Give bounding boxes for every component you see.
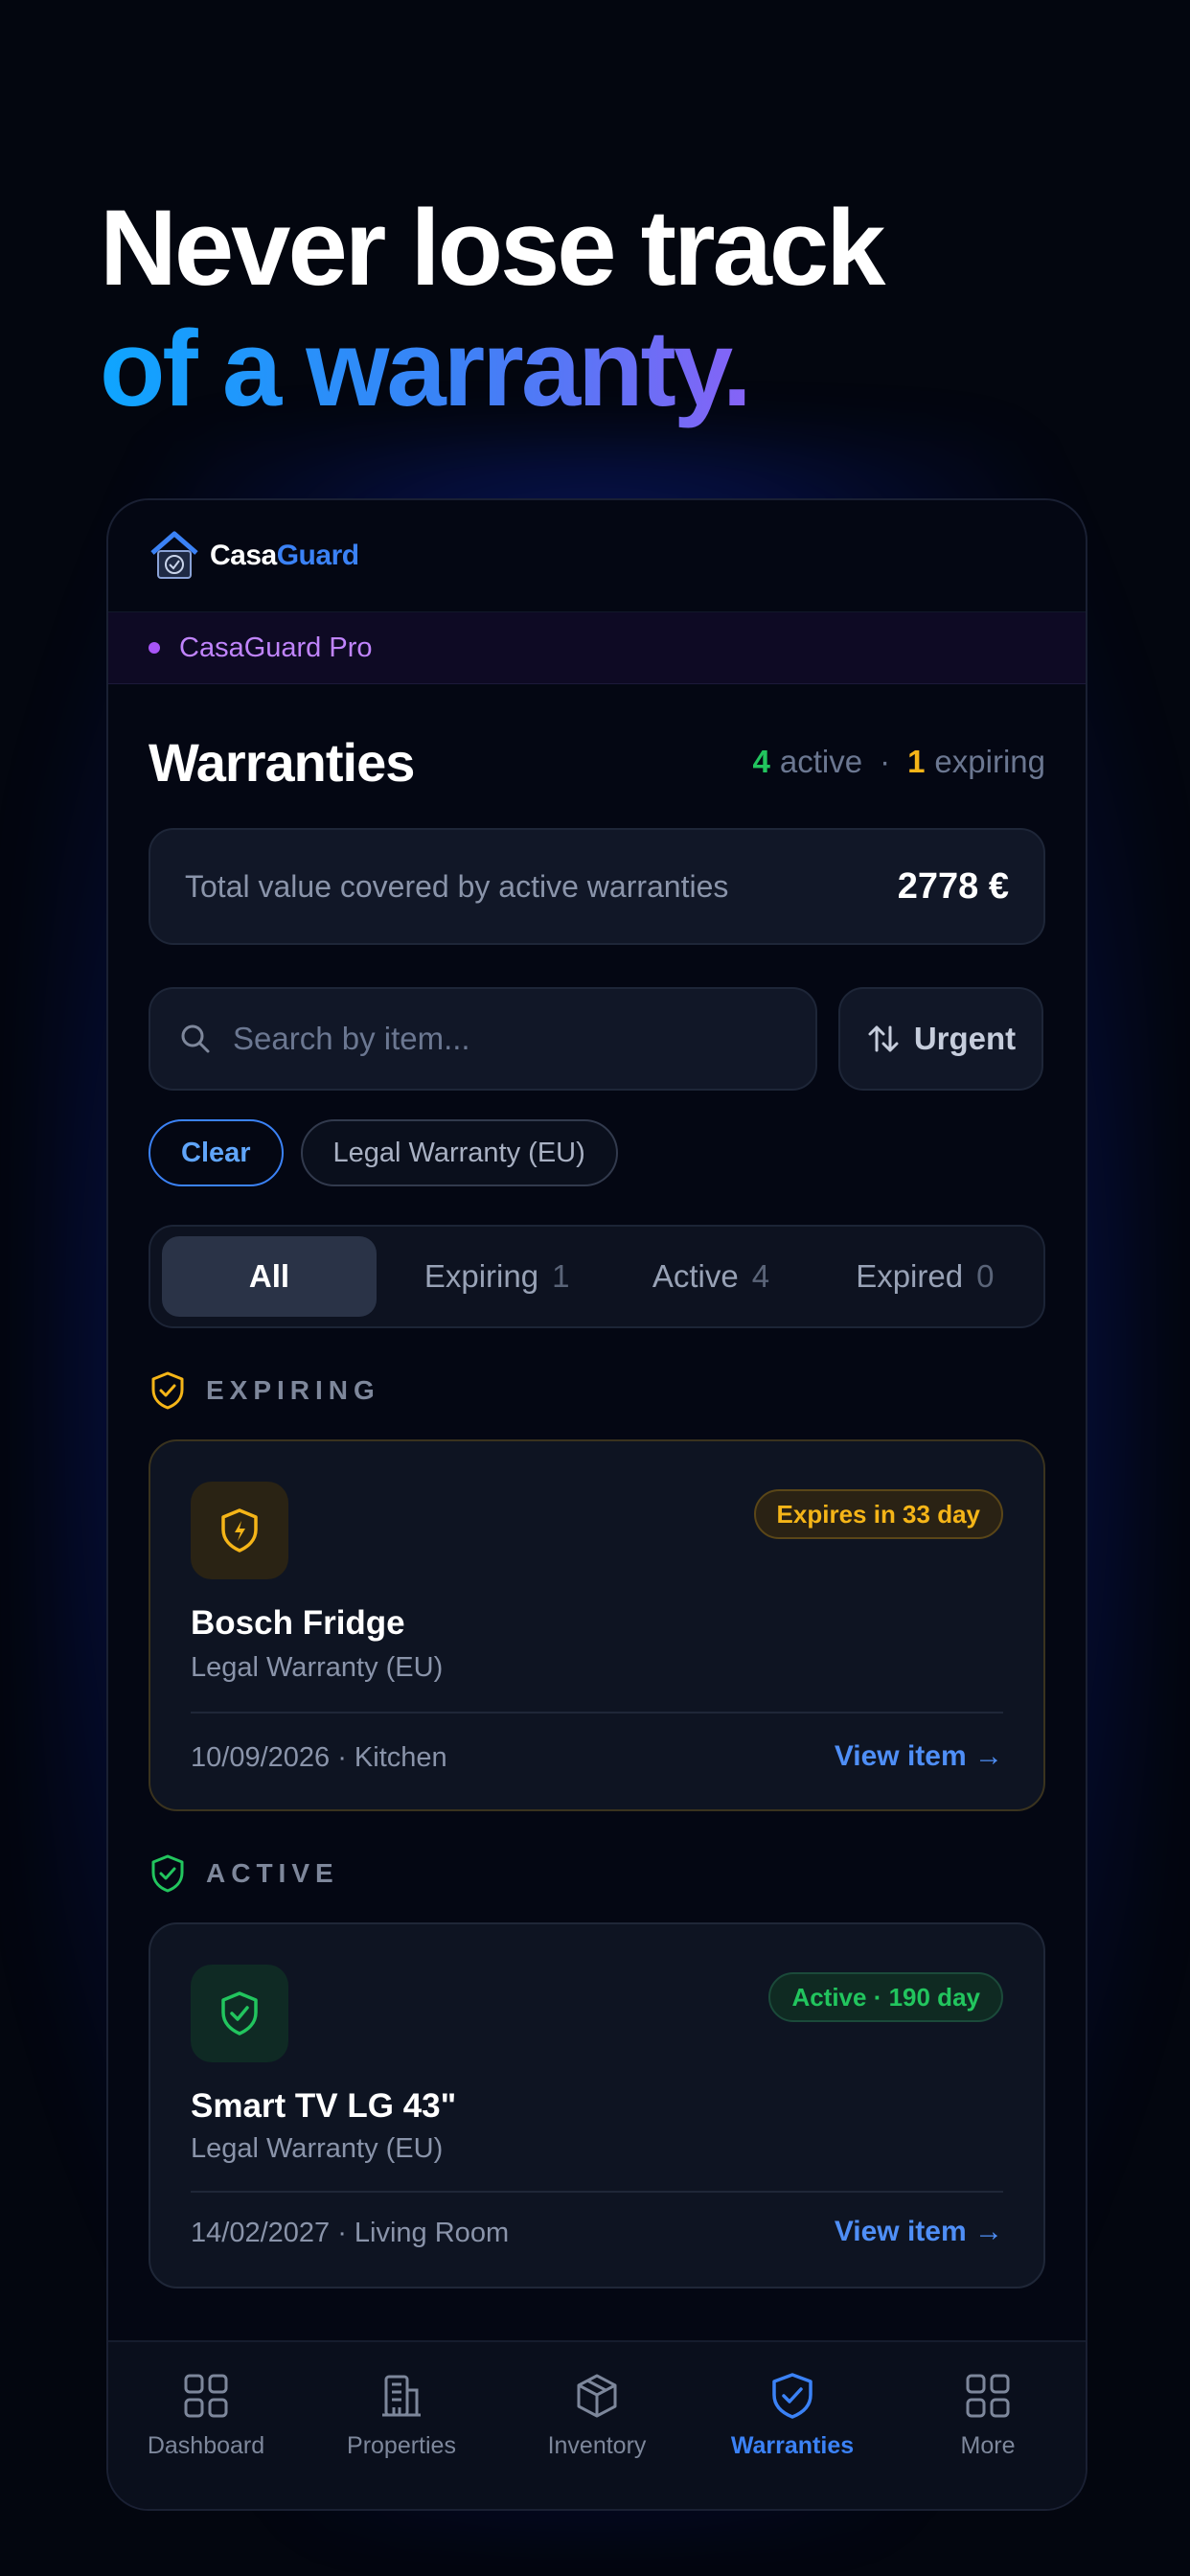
- tab-active-count: 4: [751, 1258, 770, 1294]
- nav-more-label: More: [960, 2432, 1016, 2459]
- nav-warranties-label: Warranties: [730, 2432, 855, 2459]
- item-meta: 14/02/2027 · Living Room: [191, 2218, 510, 2248]
- pro-plan-banner[interactable]: CasaGuard Pro: [108, 612, 1086, 684]
- shield-check-icon: [772, 2373, 812, 2419]
- section-expiring: EXPIRING: [149, 1370, 380, 1411]
- nav-warranties[interactable]: Warranties: [695, 2371, 890, 2460]
- tab-active[interactable]: Active 4: [604, 1236, 817, 1317]
- shield-check-icon: [151, 1371, 184, 1410]
- clear-filter-chip[interactable]: Clear: [149, 1119, 284, 1186]
- warranty-icon-box: [191, 1965, 288, 2062]
- total-value-amount: 2778 €: [897, 865, 1009, 907]
- item-meta: 10/09/2026 · Kitchen: [191, 1742, 447, 1773]
- app-header: CasaGuard: [108, 500, 1086, 612]
- grid-icon: [184, 2374, 228, 2418]
- box-icon: [577, 2374, 617, 2418]
- view-item-link[interactable]: View item →: [835, 1740, 1003, 1773]
- card-divider: [191, 2191, 1003, 2193]
- card-divider: [191, 1712, 1003, 1714]
- active-count: 4: [752, 744, 770, 779]
- status-tabs: All Expiring 1 Active 4 Expired 0: [149, 1225, 1045, 1328]
- nav-inventory[interactable]: Inventory: [499, 2371, 695, 2460]
- search-icon: [181, 1024, 210, 1053]
- nav-dashboard[interactable]: Dashboard: [108, 2371, 304, 2460]
- tab-expiring-count: 1: [552, 1258, 570, 1294]
- nav-properties-label: Properties: [347, 2432, 456, 2459]
- sort-label: Urgent: [913, 1021, 1017, 1056]
- page-title: Warranties: [149, 731, 415, 793]
- filter-chips: Clear Legal Warranty (EU): [149, 1119, 618, 1186]
- tab-expired[interactable]: Expired 0: [818, 1236, 1032, 1317]
- grid-icon: [966, 2374, 1010, 2418]
- item-name: Bosch Fridge: [191, 1604, 405, 1642]
- logo-text-guard: Guard: [276, 540, 359, 571]
- marketing-headline: Never lose track of a warranty.: [100, 188, 885, 429]
- section-active-label: ACTIVE: [206, 1858, 339, 1888]
- total-value-card: Total value covered by active warranties…: [149, 828, 1045, 945]
- count-separator: ·: [880, 744, 891, 779]
- legal-warranty-filter-chip[interactable]: Legal Warranty (EU): [300, 1119, 618, 1186]
- shield-bolt-icon: [221, 1508, 258, 1552]
- warranty-card[interactable]: Expires in 33 day Bosch Fridge Legal War…: [149, 1439, 1045, 1811]
- tab-expiring-label: Expiring: [423, 1258, 539, 1294]
- shield-check-icon: [151, 1854, 184, 1893]
- tab-all-label: All: [248, 1258, 290, 1294]
- tab-active-label: Active: [652, 1258, 739, 1294]
- tab-expired-count: 0: [976, 1258, 995, 1294]
- section-expiring-label: EXPIRING: [206, 1375, 380, 1405]
- search-input[interactable]: Search by item...: [149, 987, 817, 1091]
- tab-expiring[interactable]: Expiring 1: [390, 1236, 604, 1317]
- expiring-count-label: expiring: [934, 744, 1045, 779]
- search-placeholder: Search by item...: [233, 1021, 470, 1056]
- tab-expired-label: Expired: [856, 1258, 964, 1294]
- expiring-count: 1: [907, 744, 926, 779]
- section-active: ACTIVE: [149, 1853, 339, 1894]
- title-row: Warranties 4 active · 1 expiring: [149, 719, 1045, 805]
- nav-more[interactable]: More: [890, 2371, 1086, 2460]
- headline-line-1: Never lose track: [100, 188, 885, 308]
- active-count-label: active: [779, 744, 863, 779]
- active-badge: Active · 190 day: [768, 1972, 1003, 2022]
- headline-line-2: of a warranty.: [100, 309, 882, 429]
- bottom-navigation: Dashboard Properties Inventory Warrantie…: [108, 2340, 1086, 2509]
- expiry-badge: Expires in 33 day: [753, 1489, 1003, 1539]
- tab-all[interactable]: All: [162, 1236, 377, 1317]
- warranty-type: Legal Warranty (EU): [191, 2133, 444, 2164]
- nav-inventory-label: Inventory: [547, 2432, 647, 2459]
- total-value-label: Total value covered by active warranties: [185, 868, 729, 904]
- building-icon: [382, 2375, 421, 2417]
- nav-dashboard-label: Dashboard: [147, 2432, 265, 2459]
- logo-text-casa: Casa: [210, 540, 277, 571]
- shield-check-icon: [221, 1991, 258, 2036]
- pro-plan-label: CasaGuard Pro: [179, 632, 373, 663]
- app-logo-text: CasaGuard: [210, 540, 359, 572]
- sort-arrows-icon: [868, 1025, 899, 1052]
- item-name: Smart TV LG 43": [191, 2087, 457, 2125]
- warranty-card[interactable]: Active · 190 day Smart TV LG 43" Legal W…: [149, 1922, 1045, 2288]
- house-logo-icon: [150, 531, 198, 579]
- warranty-type: Legal Warranty (EU): [191, 1652, 444, 1683]
- view-item-link[interactable]: View item →: [835, 2216, 1003, 2248]
- warranty-counts: 4 active · 1 expiring: [752, 744, 1045, 780]
- nav-properties[interactable]: Properties: [304, 2371, 499, 2460]
- app-screen: CasaGuard CasaGuard Pro Warranties 4 acti…: [106, 498, 1087, 2511]
- warranty-icon-box: [191, 1482, 288, 1579]
- pro-dot-icon: [149, 642, 160, 654]
- sort-button[interactable]: Urgent: [838, 987, 1043, 1091]
